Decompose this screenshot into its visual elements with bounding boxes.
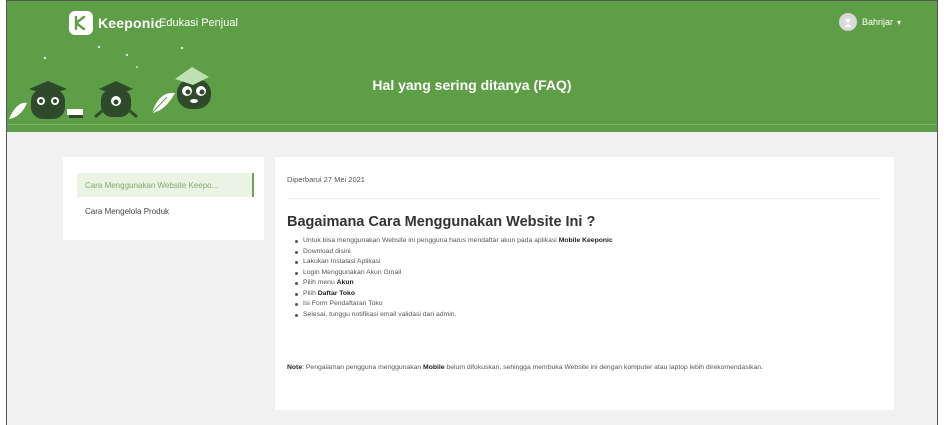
keeponic-logo-icon <box>69 11 93 35</box>
faq-article: Diperbarui 27 Mei 2021 Bagaimana Cara Me… <box>275 157 894 410</box>
list-item: Pilih Daftar Toko <box>295 289 613 300</box>
page-title: Hal yang sering ditanya (FAQ) <box>372 77 572 93</box>
note-bold-text: Mobile <box>423 364 445 371</box>
list-item: Login Menggunakan Akun Gmail <box>295 268 613 279</box>
article-title: Bagaimana Cara Menggunakan Website Ini ? <box>287 214 596 230</box>
user-menu[interactable]: Bahrijar ▾ <box>838 13 901 31</box>
nav-link-edukasi[interactable]: Edukasi Penjual <box>159 17 238 29</box>
list-item: Untuk bisa menggunakan Website ini pengg… <box>295 236 613 247</box>
chevron-down-icon: ▾ <box>896 17 901 27</box>
step-bold-text: Akun <box>336 279 354 286</box>
step-text: Lakukan Instalasi Aplikasi <box>303 258 381 265</box>
note-label: Note <box>287 364 303 371</box>
content-divider <box>287 198 880 199</box>
step-text: Untuk bisa menggunakan Website ini pengg… <box>303 237 559 244</box>
note-text-end: belum difokuskan, sehingga membuka Websi… <box>444 364 763 371</box>
step-text: Pilih <box>303 289 318 297</box>
list-item: Download disini <box>295 247 613 258</box>
updated-date: Diperbarui 27 Mei 2021 <box>287 175 365 184</box>
note-text: : Pengalaman pengguna menggunakan <box>302 364 424 371</box>
list-item: Pilih menu Akun <box>295 278 613 289</box>
user-avatar-icon <box>838 13 857 31</box>
header-banner: Keeponic Edukasi Penjual Bahrijar ▾ Hal … <box>7 1 937 132</box>
brand-logo[interactable]: Keeponic <box>69 11 163 35</box>
list-item: Isi Form Pendaftaran Toko <box>295 299 613 310</box>
sidebar-item-manage-products[interactable]: Cara Mengelola Produk <box>77 199 254 223</box>
step-text: Isi Form Pendaftaran Toko <box>303 300 383 307</box>
list-item: Selesai, tunggu notifikasi email validas… <box>295 310 613 321</box>
step-text: Pilih menu <box>303 279 337 286</box>
brand-name: Keeponic <box>98 15 163 31</box>
steps-list: Untuk bisa menggunakan Website ini pengg… <box>295 236 613 320</box>
header-divider <box>7 124 937 125</box>
faq-sidebar: Cara Menggunakan Website Keepo... Cara M… <box>63 157 264 240</box>
step-bold-text: Mobile Keeponic <box>558 237 613 244</box>
step-text[interactable]: Download disini <box>303 248 351 255</box>
note-paragraph: Note: Pengalaman pengguna menggunakan Mo… <box>287 362 877 374</box>
sidebar-item-website-usage[interactable]: Cara Menggunakan Website Keepo... <box>77 173 254 197</box>
page-frame: Keeponic Edukasi Penjual Bahrijar ▾ Hal … <box>6 0 938 425</box>
user-name: Bahrijar <box>861 17 893 27</box>
step-bold-text: Daftar Toko <box>317 289 355 297</box>
top-navbar: Keeponic Edukasi Penjual Bahrijar ▾ <box>7 1 937 45</box>
list-item: Lakukan Instalasi Aplikasi <box>295 257 613 268</box>
step-text: Login Menggunakan Akun Gmail <box>303 268 402 276</box>
step-text: Selesai, tunggu notifikasi email validas… <box>303 310 457 318</box>
